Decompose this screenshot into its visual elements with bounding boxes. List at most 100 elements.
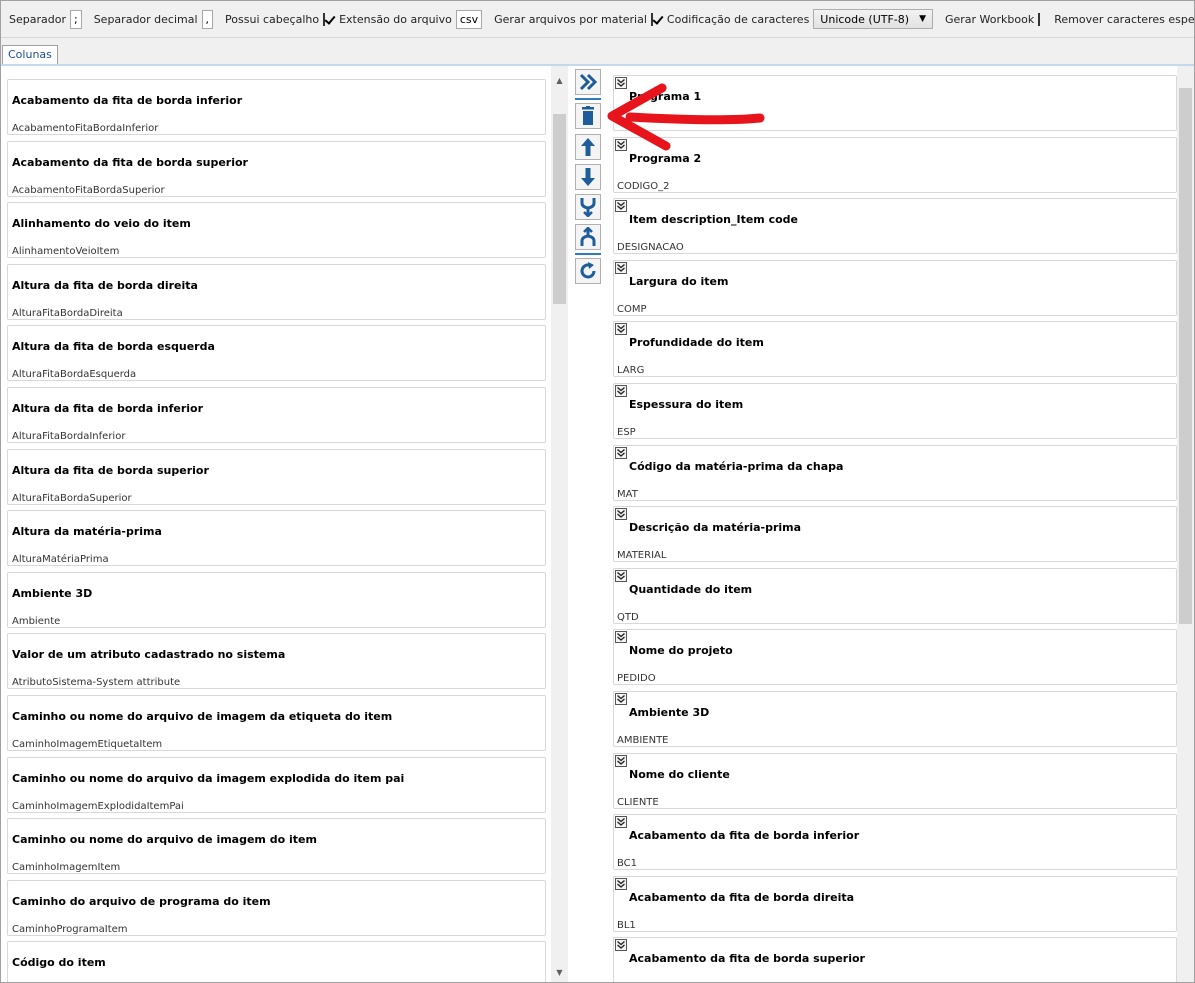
scroll-down-icon[interactable]: ▼ bbox=[551, 964, 568, 981]
column-card[interactable]: Nome do projeto PEDIDO bbox=[613, 629, 1177, 686]
column-card[interactable]: Altura da fita de borda direita AlturaFit… bbox=[7, 263, 546, 320]
column-card[interactable]: Altura da fita de borda superior AlturaFi… bbox=[7, 448, 546, 505]
move-down-button[interactable] bbox=[575, 164, 601, 190]
scroll-up-icon[interactable]: ▲ bbox=[551, 72, 568, 89]
column-card[interactable]: Espessura do item ESP bbox=[613, 383, 1177, 439]
column-card[interactable]: Nome do cliente CLIENTE bbox=[613, 752, 1177, 809]
column-card[interactable]: Caminho do arquivo de programa do item Ca… bbox=[7, 879, 546, 936]
column-card[interactable]: Descrição da matéria-prima MATERIAL bbox=[613, 506, 1177, 563]
available-columns-list[interactable]: ▲ ▼ Acabamento da fita de borda inferior… bbox=[1, 66, 568, 982]
per-material-checkbox[interactable] bbox=[650, 12, 653, 26]
column-card[interactable]: Acabamento da fita de borda inferior Acab… bbox=[7, 79, 546, 135]
scroll-thumb[interactable] bbox=[553, 114, 566, 304]
column-code: AlturaMatériaPrima bbox=[12, 554, 109, 566]
remove-special-chars-label: Remover caracteres especiais bbox=[1054, 12, 1195, 26]
available-list-scrollbar[interactable]: ▲ ▼ bbox=[551, 66, 568, 982]
column-actions-bar bbox=[568, 66, 608, 982]
column-card[interactable]: Código do item bbox=[7, 941, 546, 982]
split-icon bbox=[580, 227, 596, 246]
column-title: Valor de um atributo cadastrado no siste… bbox=[12, 648, 286, 662]
expand-icon[interactable] bbox=[615, 508, 627, 521]
column-title: Item description_Item code bbox=[629, 213, 799, 227]
tab-strip: Colunas bbox=[1, 41, 1194, 65]
column-code: BC1 bbox=[617, 858, 638, 870]
column-code: AlturaFitaBordaSuperior bbox=[12, 492, 132, 504]
column-card[interactable]: Altura da matéria-prima AlturaMatériaPrim… bbox=[7, 510, 546, 567]
expand-icon[interactable] bbox=[615, 138, 627, 151]
has-header-checkbox[interactable] bbox=[323, 12, 326, 26]
column-card[interactable]: Quantidade do item QTD bbox=[613, 567, 1177, 624]
column-title: Programa 2 bbox=[629, 151, 702, 165]
column-card[interactable]: Profundidade do item LARG bbox=[613, 321, 1177, 378]
refresh-button[interactable] bbox=[575, 258, 601, 284]
column-code: ESP bbox=[617, 427, 636, 438]
column-card[interactable]: Acabamento da fita de borda superior Acab… bbox=[7, 140, 546, 197]
column-card[interactable]: Caminho ou nome do arquivo de imagem do … bbox=[7, 818, 546, 875]
column-card[interactable]: Programa 1 bbox=[613, 75, 1177, 131]
arrow-up-icon bbox=[581, 138, 595, 156]
column-card[interactable]: Altura da fita de borda esquerda AlturaFi… bbox=[7, 325, 546, 382]
file-extension-label: Extensão do arquivo bbox=[339, 12, 452, 26]
expand-icon[interactable] bbox=[615, 200, 627, 213]
expand-icon[interactable] bbox=[615, 631, 627, 644]
column-card[interactable]: Item description_Item code DESIGNACAO bbox=[613, 198, 1177, 255]
per-material-label: Gerar arquivos por material bbox=[494, 12, 647, 26]
encoding-select[interactable]: Unicode (UTF-8) ▼ bbox=[813, 9, 933, 29]
column-code: CaminhoImagemEtiquetaItem bbox=[12, 739, 163, 750]
column-card[interactable]: Acabamento da fita de borda direita BL1 bbox=[613, 875, 1177, 932]
separator-input[interactable]: ; bbox=[69, 9, 82, 29]
merge-columns-button[interactable] bbox=[575, 194, 601, 220]
expand-icon[interactable] bbox=[615, 816, 627, 829]
column-card[interactable]: Caminho ou nome do arquivo de imagem da … bbox=[7, 695, 546, 751]
column-title: Caminho ou nome do arquivo de imagem da … bbox=[12, 710, 393, 723]
column-card[interactable]: Largura do item COMP bbox=[613, 259, 1177, 316]
column-code: AcabamentoFitaBordaInferior bbox=[12, 123, 159, 134]
expand-icon[interactable] bbox=[615, 323, 627, 336]
add-all-button[interactable] bbox=[575, 69, 601, 95]
selected-columns-list[interactable]: Programa 1 Programa 2 CODIGO_2 Item descrip… bbox=[608, 66, 1194, 982]
tab-colunas[interactable]: Colunas bbox=[2, 45, 58, 65]
arrow-down-icon bbox=[581, 168, 595, 186]
column-card[interactable]: Acabamento da fita de borda inferior BC1 bbox=[613, 814, 1177, 871]
workbook-label: Gerar Workbook bbox=[944, 12, 1035, 26]
column-card[interactable]: Programa 2 CODIGO_2 bbox=[613, 136, 1177, 193]
expand-icon[interactable] bbox=[615, 77, 627, 89]
expand-icon[interactable] bbox=[615, 261, 627, 274]
remove-column-button[interactable] bbox=[575, 103, 601, 129]
column-card[interactable]: Alinhamento do veio do item AlinhamentoVe… bbox=[7, 202, 546, 259]
move-up-button[interactable] bbox=[575, 134, 601, 160]
column-title: Profundidade do item bbox=[629, 336, 764, 350]
column-card[interactable]: Acabamento da fita de borda superior bbox=[613, 937, 1177, 982]
expand-icon[interactable] bbox=[615, 446, 627, 459]
workbook-checkbox[interactable] bbox=[1038, 12, 1041, 26]
expand-icon[interactable] bbox=[615, 877, 627, 890]
file-extension-input[interactable]: csv bbox=[455, 9, 483, 29]
decimal-separator-label: Separador decimal bbox=[93, 12, 198, 26]
column-code: MAT bbox=[617, 488, 638, 500]
expand-icon[interactable] bbox=[615, 754, 627, 767]
selected-list-scrollbar[interactable] bbox=[1177, 66, 1194, 982]
column-title: Acabamento da fita de borda superior bbox=[629, 952, 865, 966]
expand-icon[interactable] bbox=[615, 693, 627, 705]
encoding-value: Unicode (UTF-8) bbox=[820, 12, 910, 26]
column-card[interactable]: Caminho ou nome do arquivo da imagem exp… bbox=[7, 756, 546, 813]
column-card[interactable]: Altura da fita de borda inferior AlturaFi… bbox=[7, 387, 546, 443]
column-card[interactable]: Código da matéria-prima da chapa MAT bbox=[613, 444, 1177, 501]
column-code: DESIGNACAO bbox=[617, 242, 684, 254]
expand-icon[interactable] bbox=[615, 939, 627, 952]
expand-icon[interactable] bbox=[615, 385, 627, 397]
column-code: AlinhamentoVeioItem bbox=[12, 246, 120, 258]
trash-icon bbox=[582, 106, 594, 125]
column-code: CLIENTE bbox=[617, 796, 659, 808]
column-card[interactable]: Valor de um atributo cadastrado no siste… bbox=[7, 633, 546, 690]
column-title: Caminho ou nome do arquivo da imagem exp… bbox=[12, 771, 405, 785]
column-title: Quantidade do item bbox=[629, 582, 753, 596]
column-title: Caminho ou nome do arquivo de imagem do … bbox=[12, 833, 317, 847]
scroll-thumb[interactable] bbox=[1179, 88, 1192, 624]
column-title: Altura da fita de borda direita bbox=[12, 278, 198, 292]
decimal-separator-input[interactable]: , bbox=[201, 9, 214, 29]
expand-icon[interactable] bbox=[615, 569, 627, 582]
column-card[interactable]: Ambiente 3D AMBIENTE bbox=[613, 691, 1177, 747]
column-card[interactable]: Ambiente 3D Ambiente bbox=[7, 571, 546, 628]
split-column-button[interactable] bbox=[575, 224, 601, 250]
